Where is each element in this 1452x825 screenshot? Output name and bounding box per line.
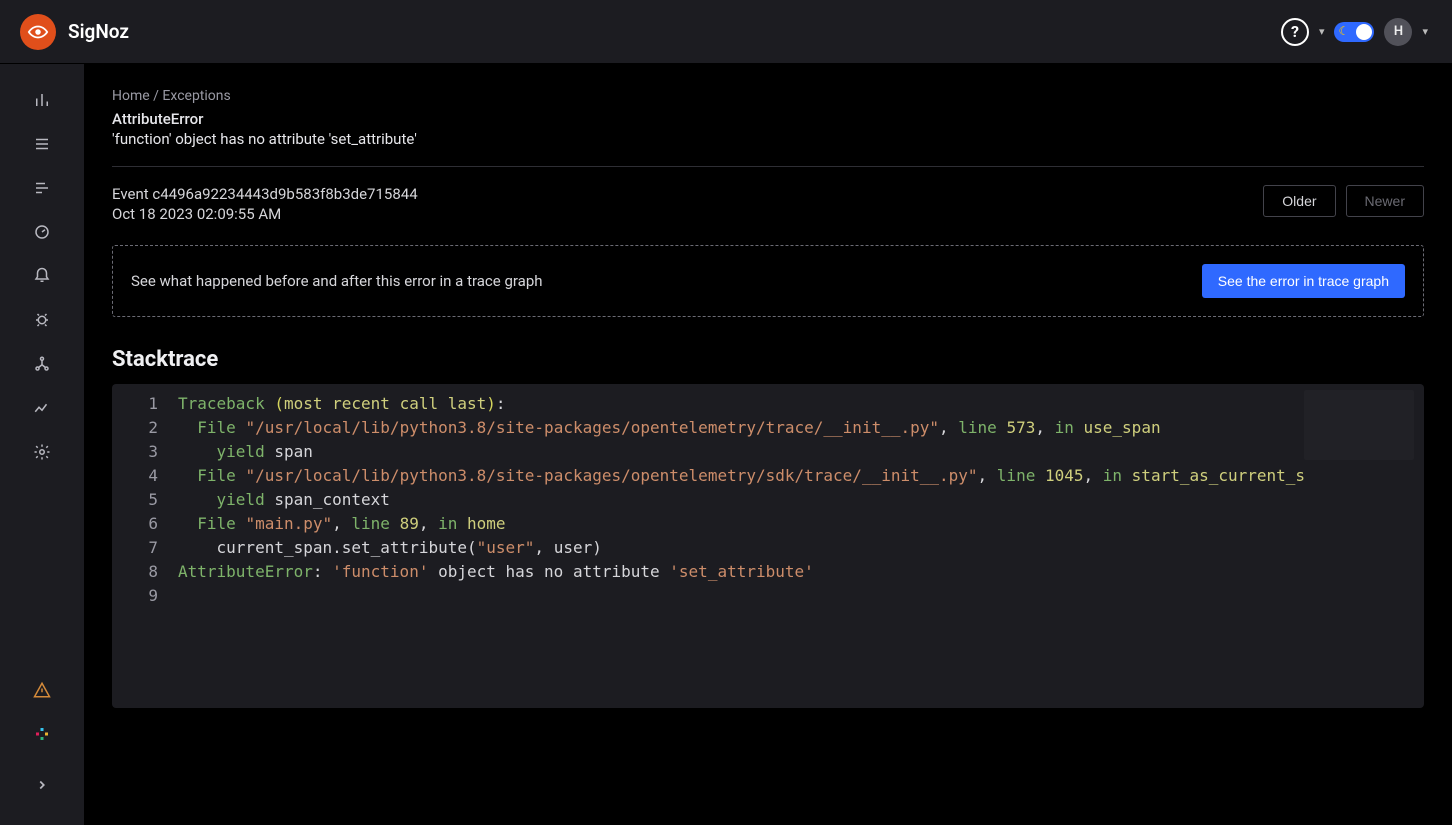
moon-icon: ☾ [1338, 24, 1349, 38]
event-timestamp: Oct 18 2023 02:09:55 AM [112, 205, 418, 223]
sidebar-item-exceptions[interactable] [21, 299, 63, 341]
theme-toggle[interactable]: ☾ [1334, 22, 1374, 42]
trace-graph-button[interactable]: See the error in trace graph [1202, 264, 1405, 298]
sidebar-item-slack[interactable] [21, 713, 63, 755]
sidebar-item-settings[interactable] [21, 431, 63, 473]
code-line [178, 584, 1424, 608]
avatar[interactable]: H [1384, 18, 1412, 46]
help-caret-icon[interactable]: ▾ [1319, 25, 1325, 38]
sidebar-item-alerts[interactable] [21, 255, 63, 297]
event-id: Event c4496a92234443d9b583f8b3de715844 [112, 185, 418, 203]
code-line: AttributeError: 'function' object has no… [178, 560, 1424, 584]
breadcrumb-home-link[interactable]: Home [112, 88, 150, 104]
line-number: 4 [112, 464, 158, 488]
section-divider [112, 166, 1424, 167]
sidebar [0, 64, 84, 825]
sidebar-item-dashboards[interactable] [21, 211, 63, 253]
sidebar-item-service-map[interactable] [21, 343, 63, 385]
newer-button[interactable]: Newer [1346, 185, 1424, 217]
stacktrace-heading: Stacktrace [112, 347, 1424, 372]
error-type: AttributeError [112, 110, 1424, 128]
line-number: 6 [112, 512, 158, 536]
brand-name: SigNoz [68, 20, 129, 43]
main-content: Home / Exceptions AttributeError 'functi… [84, 64, 1452, 825]
line-number: 5 [112, 488, 158, 512]
line-number: 1 [112, 392, 158, 416]
sidebar-item-metrics[interactable] [21, 79, 63, 121]
stacktrace-code: Traceback (most recent call last): File … [168, 384, 1424, 708]
top-bar: SigNoz ? ▾ ☾ H ▾ [0, 0, 1452, 64]
breadcrumb: Home / Exceptions [112, 88, 1424, 104]
code-line: Traceback (most recent call last): [178, 392, 1424, 416]
help-icon[interactable]: ? [1281, 18, 1309, 46]
line-number: 8 [112, 560, 158, 584]
toggle-knob [1356, 24, 1372, 40]
sidebar-item-warnings[interactable] [21, 669, 63, 711]
minimap[interactable] [1304, 390, 1414, 460]
user-caret-icon[interactable]: ▾ [1422, 25, 1428, 38]
code-line: File "main.py", line 89, in home [178, 512, 1424, 536]
line-number: 9 [112, 584, 158, 608]
line-number: 3 [112, 440, 158, 464]
line-number-gutter: 123456789 [112, 384, 168, 708]
brand-logo-icon [20, 14, 56, 50]
older-button[interactable]: Older [1263, 185, 1335, 217]
sidebar-item-traces[interactable] [21, 123, 63, 165]
breadcrumb-current: Exceptions [162, 88, 230, 104]
sidebar-collapse-icon[interactable] [21, 764, 63, 806]
code-line: File "/usr/local/lib/python3.8/site-pack… [178, 416, 1424, 440]
sidebar-item-logs[interactable] [21, 167, 63, 209]
trace-prompt-box: See what happened before and after this … [112, 245, 1424, 317]
code-line: File "/usr/local/lib/python3.8/site-pack… [178, 464, 1424, 488]
stacktrace-container[interactable]: 123456789 Traceback (most recent call la… [112, 384, 1424, 708]
trace-prompt-text: See what happened before and after this … [131, 272, 543, 290]
sidebar-item-usage[interactable] [21, 387, 63, 429]
line-number: 2 [112, 416, 158, 440]
line-number: 7 [112, 536, 158, 560]
code-line: yield span_context [178, 488, 1424, 512]
error-message: 'function' object has no attribute 'set_… [112, 130, 1424, 148]
code-line: yield span [178, 440, 1424, 464]
event-nav: Older Newer [1263, 185, 1424, 217]
code-line: current_span.set_attribute("user", user) [178, 536, 1424, 560]
